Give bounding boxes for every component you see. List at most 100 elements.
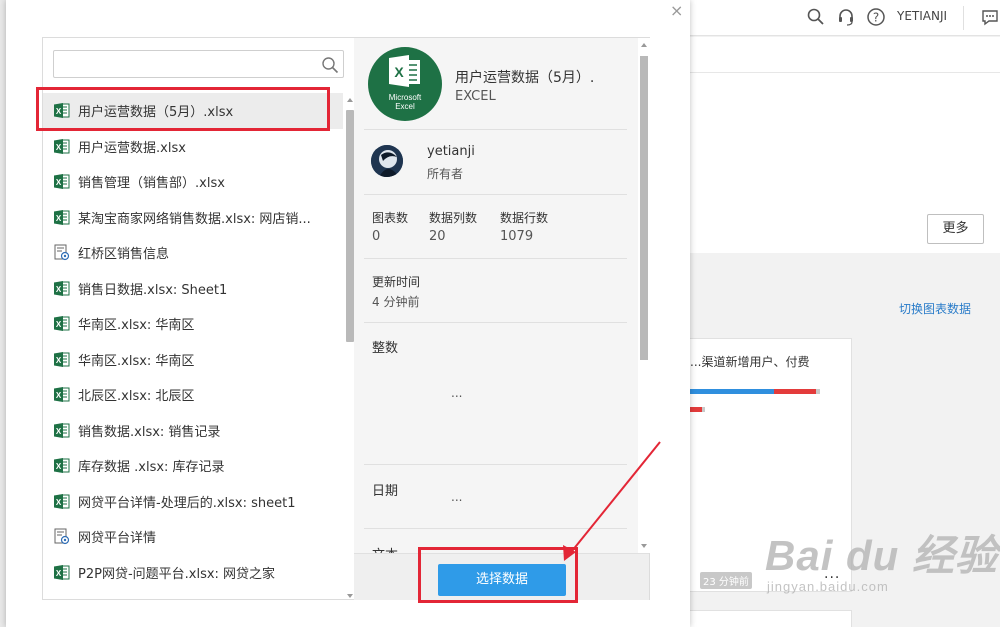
file-list-item-label: P2P网贷-问题平台.xlsx: 网贷之家 <box>78 566 276 582</box>
detail-scroll-thumb[interactable] <box>640 56 648 360</box>
divider <box>364 528 627 529</box>
database-icon <box>53 244 70 261</box>
svg-text:X: X <box>56 356 62 365</box>
svg-text:X: X <box>56 391 62 400</box>
excel-icon: X <box>53 564 70 581</box>
stat-row-count-value: 1079 <box>500 229 534 244</box>
stat-column-count-value: 20 <box>429 229 446 244</box>
file-list-item-label: 网贷平台详情 <box>78 531 157 547</box>
file-list-item-label: 红桥区销售信息 <box>78 247 170 263</box>
file-type: EXCEL <box>455 89 496 104</box>
annotation-box-select-button <box>418 547 578 603</box>
file-list-item[interactable]: 网贷平台详情 <box>43 519 343 555</box>
file-list-item[interactable]: X 华南区.xlsx: 华南区 <box>43 306 343 342</box>
excel-icon: X <box>53 209 70 226</box>
file-list-item-label: 华南区.xlsx: 华南区 <box>78 353 195 369</box>
divider <box>364 464 627 465</box>
svg-text:X: X <box>56 498 62 507</box>
file-list-scroll-thumb[interactable] <box>346 110 354 342</box>
file-header: X Microsoft Excel 用户运营数据（5月）. EXCEL <box>354 38 637 128</box>
updated-time-label: 更新时间 <box>372 275 421 289</box>
switch-chart-data-link[interactable]: 切换图表数据 <box>899 300 971 317</box>
excel-icon: X <box>53 457 70 474</box>
file-list-item[interactable]: X 某淘宝商家网络销售数据.xlsx: 网店销... <box>43 200 343 236</box>
background-tab-line <box>690 72 1000 73</box>
section-date-ellipsis: ... <box>451 490 463 504</box>
file-list-item[interactable]: X P2P网贷-问题平台.xlsx: 网贷之家 <box>43 555 343 591</box>
top-bar: ? YETIANJI <box>690 0 1000 36</box>
svg-text:X: X <box>56 569 62 578</box>
excel-logo-text: Microsoft Excel <box>388 93 422 111</box>
chart-bar <box>702 407 705 412</box>
scroll-down-icon[interactable] <box>638 541 650 551</box>
watermark-logo: Bai du 经验 <box>765 532 999 579</box>
chart-card-timestamp: 23 分钟前 <box>700 572 752 589</box>
section-integer-ellipsis: ... <box>451 386 463 400</box>
divider <box>364 129 627 130</box>
file-detail-panel: X Microsoft Excel 用户运营数据（5月）. EXCEL yeti… <box>354 37 650 600</box>
excel-icon: X <box>53 386 70 403</box>
section-integer: 整数 <box>372 341 399 356</box>
file-list-item[interactable]: X 销售日数据.xlsx: Sheet1 <box>43 271 343 307</box>
file-list-item-label: 网贷平台详情-处理后的.xlsx: sheet1 <box>78 495 296 511</box>
user-name[interactable]: YETIANJI <box>897 9 947 23</box>
baidu-watermark: Bai du 经验 jingyan.baidu.com <box>765 522 998 594</box>
file-list-item[interactable]: X 北辰区.xlsx: 北辰区 <box>43 377 343 413</box>
divider <box>364 322 627 323</box>
chat-icon[interactable] <box>980 7 1000 27</box>
avatar <box>371 145 403 177</box>
file-list-item-label: 北辰区.xlsx: 北辰区 <box>78 389 195 405</box>
search-field[interactable] <box>54 51 314 77</box>
file-list-item[interactable]: 红桥区销售信息 <box>43 235 343 271</box>
database-icon <box>53 528 70 545</box>
owner-role: 所有者 <box>427 167 464 181</box>
file-list-item-label: 库存数据 .xlsx: 库存记录 <box>78 460 225 476</box>
headset-icon[interactable] <box>836 7 856 27</box>
file-list-item[interactable]: X 网贷平台详情-处理后的.xlsx: sheet1 <box>43 484 343 520</box>
file-list-item[interactable]: X 用户运营数据.xlsx <box>43 129 343 165</box>
chart-bar <box>774 389 816 394</box>
detail-scrollbar[interactable] <box>638 38 650 553</box>
file-list-item[interactable]: X 销售数据.xlsx: 销售记录 <box>43 413 343 449</box>
file-list-item[interactable]: X 库存数据 .xlsx: 库存记录 <box>43 448 343 484</box>
file-list-item[interactable]: X 华南区.xlsx: 华南区 <box>43 342 343 378</box>
help-icon[interactable]: ? <box>866 7 886 27</box>
file-title: 用户运营数据（5月）. <box>455 70 595 86</box>
svg-text:X: X <box>56 143 62 152</box>
excel-icon: X <box>53 138 70 155</box>
excel-icon: X <box>53 493 70 510</box>
chart-bar <box>690 389 774 394</box>
svg-text:?: ? <box>873 11 879 25</box>
file-list-item-label: 用户运营数据.xlsx <box>78 140 186 156</box>
chart-bar <box>690 407 702 412</box>
svg-text:X: X <box>56 427 62 436</box>
chart-card-title: 渠道新增用户、付费... <box>690 355 810 369</box>
search-icon[interactable] <box>806 7 826 27</box>
updated-time-value: 4 分钟前 <box>372 295 420 309</box>
more-button[interactable]: 更多 <box>927 214 984 244</box>
excel-icon: X <box>389 55 420 87</box>
search-icon[interactable] <box>321 56 339 74</box>
section-date: 日期 <box>372 484 399 499</box>
file-list-item-label: 某淘宝商家网络销售数据.xlsx: 网店销... <box>78 211 311 227</box>
scroll-up-icon[interactable] <box>638 40 650 50</box>
chart-bar <box>816 389 820 394</box>
file-list: X 用户运营数据（5月）.xlsx X 用户运营数据.xlsx X 销售管理（销售部）.x… <box>43 93 343 599</box>
stat-chart-count-value: 0 <box>372 229 381 244</box>
file-list-item-label: 销售管理（销售部）.xlsx <box>78 176 225 192</box>
close-icon[interactable]: × <box>670 1 683 20</box>
file-list-item[interactable]: X 销售管理（销售部）.xlsx <box>43 164 343 200</box>
search-input[interactable] <box>53 50 344 78</box>
section-text: 文本 <box>372 544 398 553</box>
excel-logo: X Microsoft Excel <box>368 47 442 121</box>
svg-text:X: X <box>56 462 62 471</box>
stat-chart-count-label: 图表数 <box>372 211 409 225</box>
chart-card-2[interactable] <box>690 610 852 627</box>
excel-icon: X <box>53 351 70 368</box>
divider <box>364 258 627 259</box>
excel-icon: X <box>53 422 70 439</box>
stat-row-count-label: 数据行数 <box>500 211 549 225</box>
svg-text:X: X <box>394 64 404 80</box>
annotation-box-selected-file <box>36 87 330 131</box>
excel-icon: X <box>53 315 70 332</box>
